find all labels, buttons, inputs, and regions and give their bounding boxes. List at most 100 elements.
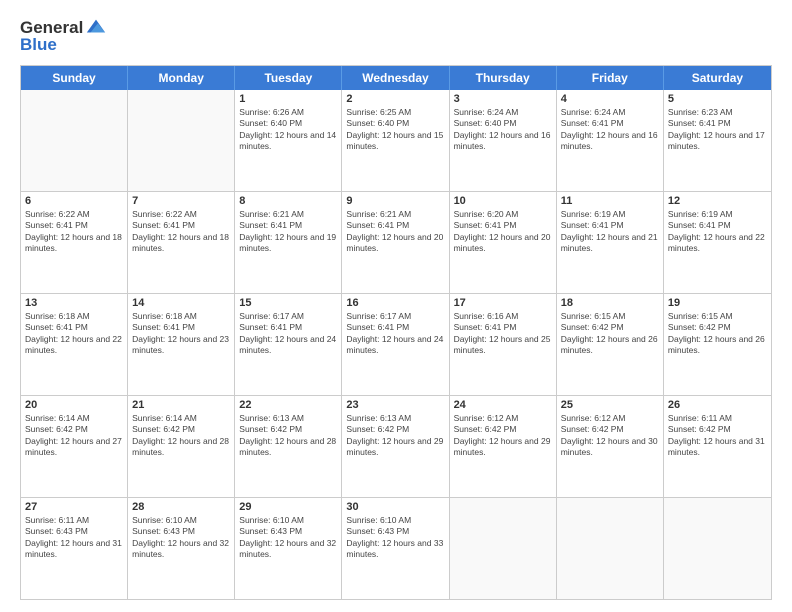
day-info: Sunrise: 6:13 AM Sunset: 6:42 PM Dayligh… xyxy=(239,413,337,459)
day-info: Sunrise: 6:20 AM Sunset: 6:41 PM Dayligh… xyxy=(454,209,552,255)
week-row-2: 6 Sunrise: 6:22 AM Sunset: 6:41 PM Daylig… xyxy=(21,192,771,294)
cal-cell: 26 Sunrise: 6:11 AM Sunset: 6:42 PM Dayli… xyxy=(664,396,771,497)
header-day-wednesday: Wednesday xyxy=(342,66,449,90)
cal-cell: 22 Sunrise: 6:13 AM Sunset: 6:42 PM Dayli… xyxy=(235,396,342,497)
header-day-monday: Monday xyxy=(128,66,235,90)
day-info: Sunrise: 6:24 AM Sunset: 6:40 PM Dayligh… xyxy=(454,107,552,153)
week-row-4: 20Sunrise: 6:14 AM Sunset: 6:42 PM Dayli… xyxy=(21,396,771,498)
day-info: Sunrise: 6:15 AM Sunset: 6:42 PM Dayligh… xyxy=(561,311,659,357)
day-number: 2 xyxy=(346,93,444,105)
day-number: 15 xyxy=(239,297,337,309)
day-info: Sunrise: 6:10 AM Sunset: 6:43 PM Dayligh… xyxy=(346,515,444,561)
day-number: 5 xyxy=(668,93,767,105)
day-info: Sunrise: 6:19 AM Sunset: 6:41 PM Dayligh… xyxy=(668,209,767,255)
cal-cell: 11 Sunrise: 6:19 AM Sunset: 6:41 PM Dayli… xyxy=(557,192,664,293)
day-number: 22 xyxy=(239,399,337,411)
day-info: Sunrise: 6:18 AM Sunset: 6:41 PM Dayligh… xyxy=(25,311,123,357)
header-day-friday: Friday xyxy=(557,66,664,90)
day-info: Sunrise: 6:12 AM Sunset: 6:42 PM Dayligh… xyxy=(454,413,552,459)
day-number: 10 xyxy=(454,195,552,207)
day-info: Sunrise: 6:11 AM Sunset: 6:43 PM Dayligh… xyxy=(25,515,123,561)
header-day-saturday: Saturday xyxy=(664,66,771,90)
cal-cell: 28Sunrise: 6:10 AM Sunset: 6:43 PM Dayli… xyxy=(128,498,235,599)
day-number: 26 xyxy=(668,399,767,411)
calendar-header: SundayMondayTuesdayWednesdayThursdayFrid… xyxy=(21,66,771,90)
cal-cell xyxy=(557,498,664,599)
day-number: 12 xyxy=(668,195,767,207)
day-number: 24 xyxy=(454,399,552,411)
cal-cell: 24 Sunrise: 6:12 AM Sunset: 6:42 PM Dayli… xyxy=(450,396,557,497)
cal-cell: 4 Sunrise: 6:24 AM Sunset: 6:41 PM Daylig… xyxy=(557,90,664,191)
day-info: Sunrise: 6:11 AM Sunset: 6:42 PM Dayligh… xyxy=(668,413,767,459)
day-info: Sunrise: 6:21 AM Sunset: 6:41 PM Dayligh… xyxy=(239,209,337,255)
header-day-tuesday: Tuesday xyxy=(235,66,342,90)
day-info: Sunrise: 6:12 AM Sunset: 6:42 PM Dayligh… xyxy=(561,413,659,459)
day-number: 28 xyxy=(132,501,230,513)
cal-cell: 8Sunrise: 6:21 AM Sunset: 6:41 PM Daylig… xyxy=(235,192,342,293)
day-number: 14 xyxy=(132,297,230,309)
cal-cell: 2 Sunrise: 6:25 AM Sunset: 6:40 PM Daylig… xyxy=(342,90,449,191)
day-info: Sunrise: 6:21 AM Sunset: 6:41 PM Dayligh… xyxy=(346,209,444,255)
day-info: Sunrise: 6:14 AM Sunset: 6:42 PM Dayligh… xyxy=(132,413,230,459)
header: General Blue xyxy=(20,18,772,55)
day-number: 25 xyxy=(561,399,659,411)
cal-cell: 9 Sunrise: 6:21 AM Sunset: 6:41 PM Daylig… xyxy=(342,192,449,293)
cal-cell: 15Sunrise: 6:17 AM Sunset: 6:41 PM Dayli… xyxy=(235,294,342,395)
cal-cell xyxy=(450,498,557,599)
logo: General Blue xyxy=(20,18,107,55)
day-number: 3 xyxy=(454,93,552,105)
day-info: Sunrise: 6:23 AM Sunset: 6:41 PM Dayligh… xyxy=(668,107,767,153)
day-info: Sunrise: 6:22 AM Sunset: 6:41 PM Dayligh… xyxy=(25,209,123,255)
logo-blue-text: Blue xyxy=(20,35,107,55)
cal-cell: 25 Sunrise: 6:12 AM Sunset: 6:42 PM Dayli… xyxy=(557,396,664,497)
cal-cell: 29Sunrise: 6:10 AM Sunset: 6:43 PM Dayli… xyxy=(235,498,342,599)
day-number: 18 xyxy=(561,297,659,309)
day-number: 29 xyxy=(239,501,337,513)
cal-cell xyxy=(21,90,128,191)
day-number: 30 xyxy=(346,501,444,513)
cal-cell: 1 Sunrise: 6:26 AM Sunset: 6:40 PM Daylig… xyxy=(235,90,342,191)
cal-cell: 19 Sunrise: 6:15 AM Sunset: 6:42 PM Dayli… xyxy=(664,294,771,395)
week-row-3: 13 Sunrise: 6:18 AM Sunset: 6:41 PM Dayli… xyxy=(21,294,771,396)
day-number: 19 xyxy=(668,297,767,309)
day-number: 6 xyxy=(25,195,123,207)
cal-cell: 13 Sunrise: 6:18 AM Sunset: 6:41 PM Dayli… xyxy=(21,294,128,395)
day-info: Sunrise: 6:22 AM Sunset: 6:41 PM Dayligh… xyxy=(132,209,230,255)
cal-cell xyxy=(128,90,235,191)
cal-cell: 21 Sunrise: 6:14 AM Sunset: 6:42 PM Dayli… xyxy=(128,396,235,497)
cal-cell: 17Sunrise: 6:16 AM Sunset: 6:41 PM Dayli… xyxy=(450,294,557,395)
cal-cell: 5 Sunrise: 6:23 AM Sunset: 6:41 PM Daylig… xyxy=(664,90,771,191)
day-number: 4 xyxy=(561,93,659,105)
day-info: Sunrise: 6:15 AM Sunset: 6:42 PM Dayligh… xyxy=(668,311,767,357)
day-number: 16 xyxy=(346,297,444,309)
day-number: 11 xyxy=(561,195,659,207)
calendar: SundayMondayTuesdayWednesdayThursdayFrid… xyxy=(20,65,772,600)
calendar-body: 1 Sunrise: 6:26 AM Sunset: 6:40 PM Daylig… xyxy=(21,90,771,599)
cal-cell: 30 Sunrise: 6:10 AM Sunset: 6:43 PM Dayli… xyxy=(342,498,449,599)
day-info: Sunrise: 6:26 AM Sunset: 6:40 PM Dayligh… xyxy=(239,107,337,153)
day-info: Sunrise: 6:19 AM Sunset: 6:41 PM Dayligh… xyxy=(561,209,659,255)
week-row-5: 27 Sunrise: 6:11 AM Sunset: 6:43 PM Dayli… xyxy=(21,498,771,599)
header-day-sunday: Sunday xyxy=(21,66,128,90)
cal-cell: 3 Sunrise: 6:24 AM Sunset: 6:40 PM Daylig… xyxy=(450,90,557,191)
week-row-1: 1 Sunrise: 6:26 AM Sunset: 6:40 PM Daylig… xyxy=(21,90,771,192)
header-day-thursday: Thursday xyxy=(450,66,557,90)
day-number: 13 xyxy=(25,297,123,309)
day-info: Sunrise: 6:16 AM Sunset: 6:41 PM Dayligh… xyxy=(454,311,552,357)
day-number: 7 xyxy=(132,195,230,207)
day-info: Sunrise: 6:24 AM Sunset: 6:41 PM Dayligh… xyxy=(561,107,659,153)
day-info: Sunrise: 6:18 AM Sunset: 6:41 PM Dayligh… xyxy=(132,311,230,357)
cal-cell xyxy=(664,498,771,599)
cal-cell: 6 Sunrise: 6:22 AM Sunset: 6:41 PM Daylig… xyxy=(21,192,128,293)
cal-cell: 7 Sunrise: 6:22 AM Sunset: 6:41 PM Daylig… xyxy=(128,192,235,293)
day-number: 21 xyxy=(132,399,230,411)
day-number: 27 xyxy=(25,501,123,513)
page: General Blue SundayMondayTuesdayWednesda… xyxy=(0,0,792,612)
cal-cell: 12 Sunrise: 6:19 AM Sunset: 6:41 PM Dayli… xyxy=(664,192,771,293)
day-number: 1 xyxy=(239,93,337,105)
day-number: 9 xyxy=(346,195,444,207)
cal-cell: 23Sunrise: 6:13 AM Sunset: 6:42 PM Dayli… xyxy=(342,396,449,497)
day-info: Sunrise: 6:25 AM Sunset: 6:40 PM Dayligh… xyxy=(346,107,444,153)
cal-cell: 16Sunrise: 6:17 AM Sunset: 6:41 PM Dayli… xyxy=(342,294,449,395)
day-info: Sunrise: 6:14 AM Sunset: 6:42 PM Dayligh… xyxy=(25,413,123,459)
